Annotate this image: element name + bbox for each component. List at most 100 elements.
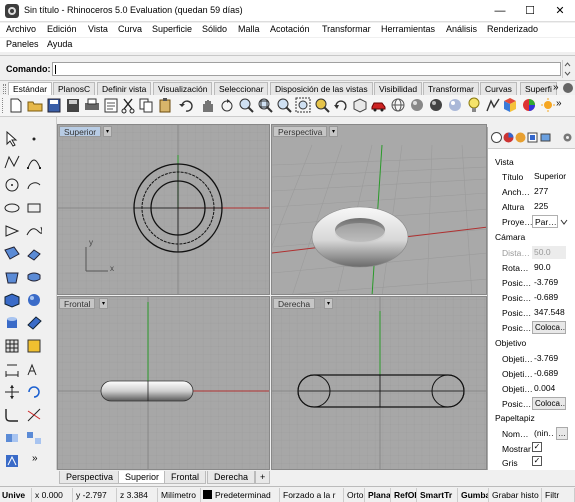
rendered-sphere-icon[interactable]	[428, 97, 444, 114]
menu-transformar[interactable]: Transformar	[322, 24, 371, 34]
viewtab-derecha[interactable]: Derecha	[207, 471, 256, 484]
vista-ancho-value[interactable]: 277	[532, 185, 566, 198]
papeltapiz-gris-checkbox[interactable]: ✓	[532, 456, 542, 466]
explode-icon[interactable]	[26, 430, 42, 446]
status-gumball[interactable]: Gumba	[459, 488, 489, 502]
shaded-sphere-icon[interactable]	[409, 97, 425, 114]
layer-color-swatch[interactable]	[203, 490, 212, 499]
viewport-superior[interactable]: y x Superior ▾	[57, 124, 270, 295]
rotate-view-icon[interactable]	[219, 97, 235, 114]
analyze-icon[interactable]	[4, 453, 20, 469]
menu-superficie[interactable]: Superficie	[152, 24, 192, 34]
tab-superficies[interactable]: Superfi	[520, 82, 557, 95]
ghosted-sphere-icon[interactable]	[447, 97, 463, 114]
ellipse-icon[interactable]	[4, 200, 20, 216]
zoom-dynamic-icon[interactable]	[238, 97, 254, 114]
zoom-window-icon[interactable]	[257, 97, 273, 114]
menu-malla[interactable]: Malla	[238, 24, 260, 34]
zoom-selected-icon[interactable]	[314, 97, 330, 114]
loft-icon[interactable]	[4, 269, 20, 285]
curve-tools-icon[interactable]	[26, 223, 42, 239]
paste-icon[interactable]	[157, 97, 173, 114]
properties-icon[interactable]	[103, 97, 119, 114]
transform-move-icon[interactable]	[4, 384, 20, 400]
extrude-solid-icon[interactable]	[26, 315, 42, 331]
status-cplane[interactable]: Unive	[0, 488, 32, 502]
status-filtro[interactable]: Filtr	[543, 488, 575, 502]
menu-curva[interactable]: Curva	[118, 24, 142, 34]
save-icon[interactable]	[46, 97, 62, 114]
status-grid-snap[interactable]: Forzado a la r	[281, 488, 344, 502]
pan-hand-icon[interactable]	[200, 97, 216, 114]
menu-vista[interactable]: Vista	[88, 24, 108, 34]
viewport-title-perspectiva[interactable]: Perspectiva	[273, 126, 328, 137]
objetivo-y-value[interactable]: -0.689	[532, 367, 566, 380]
toolbar-overflow-icon[interactable]: »	[556, 98, 562, 109]
dimension-icon[interactable]	[4, 361, 20, 377]
join-icon[interactable]	[4, 430, 20, 446]
fillet-icon[interactable]	[4, 407, 20, 423]
objetivo-x-value[interactable]: -3.769	[532, 352, 566, 365]
add-viewtab-icon[interactable]: +	[255, 471, 271, 484]
color-wheel-icon[interactable]	[521, 97, 537, 114]
menu-archivo[interactable]: Archivo	[6, 24, 36, 34]
palette-more-icon[interactable]: »	[32, 453, 38, 464]
circle-icon[interactable]	[4, 177, 20, 193]
camara-posicion-y-value[interactable]: -0.689	[532, 291, 566, 304]
grip-icon[interactable]	[3, 84, 6, 94]
viewport-title-derecha[interactable]: Derecha	[273, 298, 316, 309]
viewport-frontal[interactable]: Frontal ▾	[57, 296, 270, 470]
command-history-scroll[interactable]	[562, 60, 571, 78]
display-icon[interactable]	[540, 132, 551, 143]
copy-icon[interactable]	[138, 97, 154, 114]
vista-altura-value[interactable]: 225	[532, 200, 566, 213]
menu-analisis[interactable]: Análisis	[446, 24, 477, 34]
cut-icon[interactable]	[120, 97, 136, 114]
polygon-icon[interactable]	[4, 223, 20, 239]
maximize-button[interactable]: ☐	[515, 0, 545, 22]
panel-settings-gear-icon[interactable]	[562, 132, 573, 143]
minimize-button[interactable]: —	[485, 0, 515, 22]
viewtab-frontal[interactable]: Frontal	[164, 471, 207, 484]
camara-rotacion-value[interactable]: 90.0	[532, 261, 566, 274]
trim-icon[interactable]	[26, 407, 42, 423]
box-solid-icon[interactable]	[4, 292, 20, 308]
tab-curvas[interactable]: Curvas	[480, 82, 517, 95]
viewport-menu-arrow-icon[interactable]: ▾	[324, 298, 333, 309]
viewtab-perspectiva[interactable]: Perspectiva	[59, 471, 121, 484]
chevron-down-icon[interactable]	[560, 218, 568, 226]
vista-proyeccion-select[interactable]: Par…	[532, 215, 558, 228]
layers-icon[interactable]	[527, 132, 538, 143]
save-as-icon[interactable]	[65, 97, 81, 114]
status-orto[interactable]: Orto	[345, 488, 365, 502]
objetivo-z-value[interactable]: 0.004	[532, 382, 566, 395]
tab-estandar[interactable]: Estándar	[8, 82, 53, 95]
tabs-more-icon[interactable]: »	[553, 82, 559, 93]
tab-planosc[interactable]: PlanosC	[53, 82, 96, 95]
arc-icon[interactable]	[26, 177, 42, 193]
undo-icon[interactable]	[178, 97, 194, 114]
extrude-surface-icon[interactable]	[26, 246, 42, 262]
tab-visualizacion[interactable]: Visualización	[153, 82, 213, 95]
vista-titulo-value[interactable]: Superior	[532, 170, 566, 183]
tab-definir-vista[interactable]: Definir vista	[97, 82, 152, 95]
menu-edicion[interactable]: Edición	[47, 24, 77, 34]
viewport-derecha[interactable]: Derecha ▾	[271, 296, 487, 470]
viewport-title-superior[interactable]: Superior	[59, 126, 102, 137]
point-icon[interactable]	[26, 131, 42, 147]
polyline-icon[interactable]	[4, 154, 20, 170]
viewport-perspectiva[interactable]: Perspectiva ▾	[271, 124, 487, 295]
status-grabar-historial[interactable]: Grabar histo	[490, 488, 542, 502]
command-input[interactable]	[52, 62, 561, 76]
rectangle-icon[interactable]	[26, 200, 42, 216]
object-properties-icon[interactable]	[491, 132, 502, 143]
material-icon[interactable]	[502, 97, 518, 114]
viewport-menu-arrow-icon[interactable]: ▾	[329, 126, 338, 137]
zoom-extents-icon[interactable]	[276, 97, 292, 114]
menu-solido[interactable]: Sólido	[202, 24, 227, 34]
tab-disposicion-vistas[interactable]: Disposición de las vistas	[270, 82, 373, 95]
papeltapiz-nombre-value[interactable]: (nin…	[532, 427, 554, 440]
camara-posicion-z-value[interactable]: 347.548	[532, 306, 566, 319]
zoom-all-icon[interactable]	[295, 97, 311, 114]
viewport-title-frontal[interactable]: Frontal	[59, 298, 96, 309]
